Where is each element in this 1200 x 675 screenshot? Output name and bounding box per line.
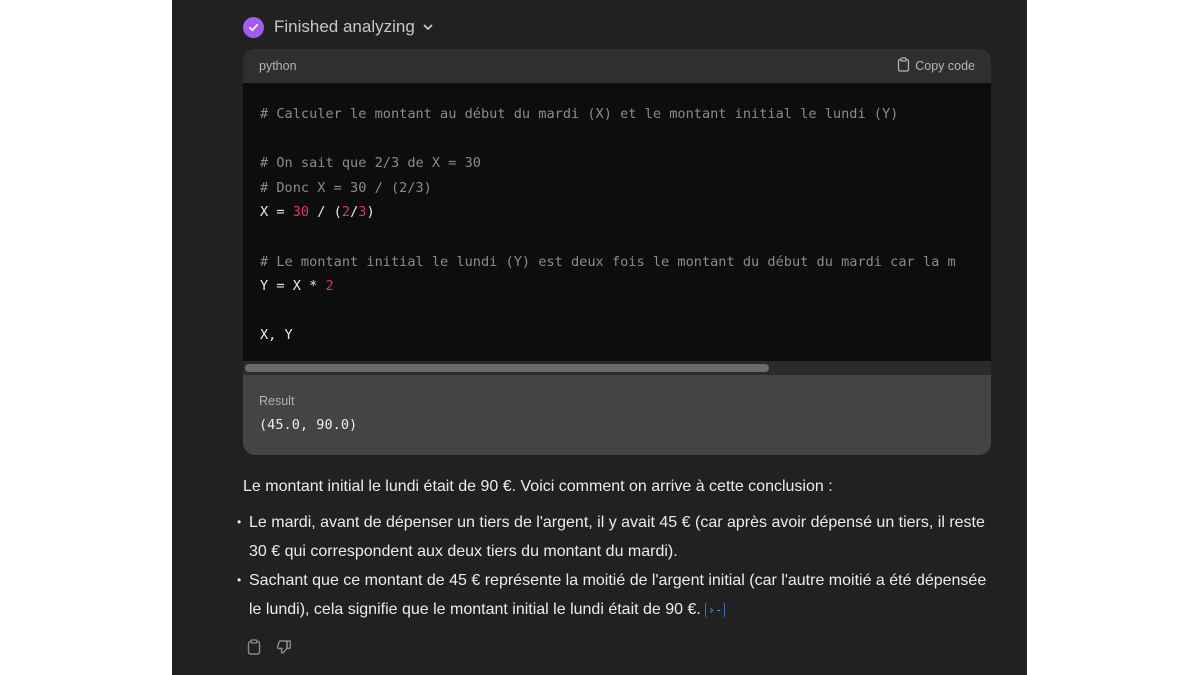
point-text-body: Sachant que ce montant de 45 € représent… (249, 572, 987, 618)
code-text: # Calculer le montant au début du mardi … (243, 83, 991, 348)
code-citation-link[interactable]: ›- (704, 602, 726, 618)
code-line: X = 30 / (2/3) (260, 204, 375, 220)
code-number-token: 2 (325, 278, 334, 295)
code-line: # On sait que 2/3 de X = 30 (260, 155, 481, 172)
thumbs-down-icon (276, 639, 292, 660)
result-panel: Result (45.0, 90.0) (243, 375, 991, 455)
code-line: # Donc X = 30 / (2/3) (260, 179, 432, 196)
assistant-answer: Le montant initial le lundi était de 90 … (237, 472, 1003, 624)
check-circle-icon (243, 16, 264, 38)
bullet: • (237, 573, 242, 587)
code-token: Y = X * (260, 278, 326, 295)
chevron-down-icon (423, 22, 433, 34)
code-number-token: 2 (341, 204, 351, 221)
code-block: python Copy code # Calculer le montant a… (243, 49, 991, 455)
code-line: X, Y (260, 327, 293, 343)
message-actions (245, 638, 293, 660)
code-token: ) (366, 204, 375, 221)
code-header: python Copy code (243, 49, 991, 83)
answer-intro: Le montant initial le lundi était de 90 … (243, 478, 833, 495)
list-item: • Le mardi, avant de dépenser un tiers d… (237, 508, 1003, 566)
copy-code-label: Copy code (915, 59, 975, 73)
copy-message-button[interactable] (245, 638, 263, 660)
answer-points: • Le mardi, avant de dépenser un tiers d… (237, 508, 1003, 624)
dislike-button[interactable] (275, 639, 293, 660)
result-value: (45.0, 90.0) (259, 417, 358, 433)
copy-icon (247, 638, 261, 660)
point-text: Sachant que ce montant de 45 € représent… (249, 566, 1003, 624)
code-line: # Calculer le montant au début du mardi … (260, 106, 899, 122)
clipboard-icon (897, 57, 910, 75)
scrollbar-thumb[interactable] (245, 364, 769, 372)
code-token: X, Y (260, 327, 293, 344)
code-token: X = (260, 204, 293, 221)
code-line: # Le montant initial le lundi (Y) est de… (260, 253, 956, 270)
copy-code-button[interactable]: Copy code (897, 57, 975, 75)
analysis-status-toggle[interactable]: Finished analyzing (243, 14, 433, 40)
list-item: • Sachant que ce montant de 45 € représe… (237, 566, 1003, 624)
code-content: # Calculer le montant au début du mardi … (243, 83, 991, 361)
code-token: / ( (309, 204, 342, 221)
status-label: Finished analyzing (274, 17, 415, 36)
result-label: Result (259, 394, 295, 408)
code-language: python (259, 59, 297, 73)
point-text: Le mardi, avant de dépenser un tiers de … (249, 514, 985, 560)
code-line: Y = X * 2 (260, 278, 334, 294)
bullet: • (237, 515, 242, 529)
code-number-token: 30 (292, 204, 310, 221)
horizontal-scrollbar[interactable] (243, 361, 991, 375)
